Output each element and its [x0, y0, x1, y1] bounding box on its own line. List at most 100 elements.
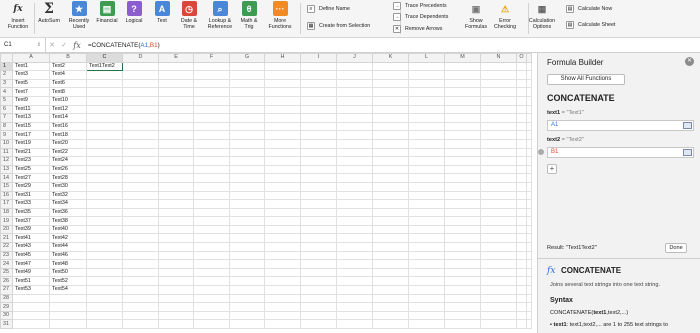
cell[interactable]: [122, 70, 159, 80]
cell[interactable]: [516, 319, 527, 329]
cell[interactable]: [264, 302, 301, 312]
cell[interactable]: [300, 130, 337, 140]
cell[interactable]: Text14: [49, 113, 87, 123]
row-header[interactable]: 26: [0, 276, 13, 287]
cell[interactable]: [300, 164, 337, 175]
cell[interactable]: [336, 70, 373, 80]
cell[interactable]: [158, 78, 194, 89]
column-header[interactable]: E: [158, 53, 194, 63]
cell[interactable]: [193, 164, 230, 175]
cell[interactable]: [408, 113, 445, 123]
cell[interactable]: [229, 70, 265, 80]
cell[interactable]: Text37: [12, 216, 50, 226]
cell[interactable]: [229, 113, 265, 123]
cell[interactable]: [264, 147, 301, 158]
cell[interactable]: [372, 242, 409, 252]
cell[interactable]: [86, 181, 123, 192]
cell[interactable]: [336, 173, 373, 183]
row-header[interactable]: 7: [0, 113, 13, 123]
cell[interactable]: [193, 87, 230, 97]
cell[interactable]: [122, 104, 159, 115]
cell[interactable]: [336, 78, 373, 89]
cell[interactable]: [300, 310, 337, 321]
cell[interactable]: [193, 293, 230, 304]
cell[interactable]: [193, 173, 230, 183]
cell[interactable]: [229, 121, 265, 132]
cell[interactable]: [480, 138, 517, 149]
cell[interactable]: [526, 285, 532, 295]
date-time-button[interactable]: ◷ Date & Time: [176, 1, 202, 30]
cell[interactable]: [408, 285, 445, 295]
cell[interactable]: [229, 267, 265, 278]
cell[interactable]: [122, 302, 159, 312]
cell[interactable]: [336, 61, 373, 72]
cell[interactable]: [444, 130, 481, 140]
cell[interactable]: [444, 276, 481, 287]
cell[interactable]: [444, 233, 481, 244]
row-header[interactable]: 22: [0, 242, 13, 252]
cell[interactable]: [372, 87, 409, 97]
cell[interactable]: [444, 181, 481, 192]
cell[interactable]: [300, 276, 337, 287]
cell[interactable]: [122, 216, 159, 226]
cell[interactable]: [86, 267, 123, 278]
cell[interactable]: [372, 250, 409, 261]
cell[interactable]: [193, 78, 230, 89]
column-header[interactable]: O: [516, 53, 527, 63]
cell[interactable]: [526, 113, 532, 123]
cell[interactable]: [193, 233, 230, 244]
row-header[interactable]: 5: [0, 95, 13, 106]
cell[interactable]: [86, 276, 123, 287]
cell[interactable]: [264, 216, 301, 226]
cell[interactable]: [516, 233, 527, 244]
column-header[interactable]: C: [86, 53, 123, 63]
cell[interactable]: [480, 199, 517, 209]
cell[interactable]: [122, 250, 159, 261]
row-header[interactable]: 27: [0, 285, 13, 295]
cell[interactable]: [480, 156, 517, 166]
cell[interactable]: [86, 104, 123, 115]
cell[interactable]: [444, 104, 481, 115]
cell[interactable]: Text1: [12, 61, 50, 72]
cell[interactable]: [158, 199, 194, 209]
cell[interactable]: [300, 233, 337, 244]
cell[interactable]: Text2: [49, 61, 87, 72]
cell[interactable]: [336, 250, 373, 261]
cell[interactable]: [122, 164, 159, 175]
cell[interactable]: [264, 164, 301, 175]
cell[interactable]: [372, 78, 409, 89]
row-header[interactable]: 19: [0, 216, 13, 226]
cell[interactable]: [526, 250, 532, 261]
cell[interactable]: [516, 104, 527, 115]
cell[interactable]: [229, 199, 265, 209]
cell[interactable]: [229, 87, 265, 97]
cell[interactable]: [158, 87, 194, 97]
cell[interactable]: Text16: [49, 121, 87, 132]
cell[interactable]: [408, 302, 445, 312]
autosum-button[interactable]: Σ AutoSum: [37, 1, 61, 25]
cell[interactable]: [336, 207, 373, 218]
cell[interactable]: Text48: [49, 259, 87, 269]
cell[interactable]: [444, 216, 481, 226]
cell[interactable]: Text25: [12, 164, 50, 175]
cell[interactable]: [229, 130, 265, 140]
cell[interactable]: [526, 276, 532, 287]
cell[interactable]: [516, 216, 527, 226]
cell[interactable]: [86, 319, 123, 329]
cell[interactable]: [372, 293, 409, 304]
cell[interactable]: [526, 130, 532, 140]
cell[interactable]: [408, 78, 445, 89]
row-header[interactable]: 4: [0, 87, 13, 97]
cell[interactable]: [372, 113, 409, 123]
create-from-selection-button[interactable]: ▦ Create from Selection: [307, 21, 370, 30]
cell[interactable]: Text28: [49, 173, 87, 183]
cell[interactable]: [122, 181, 159, 192]
cell[interactable]: Text19: [12, 138, 50, 149]
row-header[interactable]: 15: [0, 181, 13, 192]
cell[interactable]: [372, 147, 409, 158]
cell[interactable]: [229, 233, 265, 244]
cell[interactable]: [158, 276, 194, 287]
cell[interactable]: [526, 78, 532, 89]
cell[interactable]: [408, 87, 445, 97]
cell[interactable]: Text20: [49, 138, 87, 149]
